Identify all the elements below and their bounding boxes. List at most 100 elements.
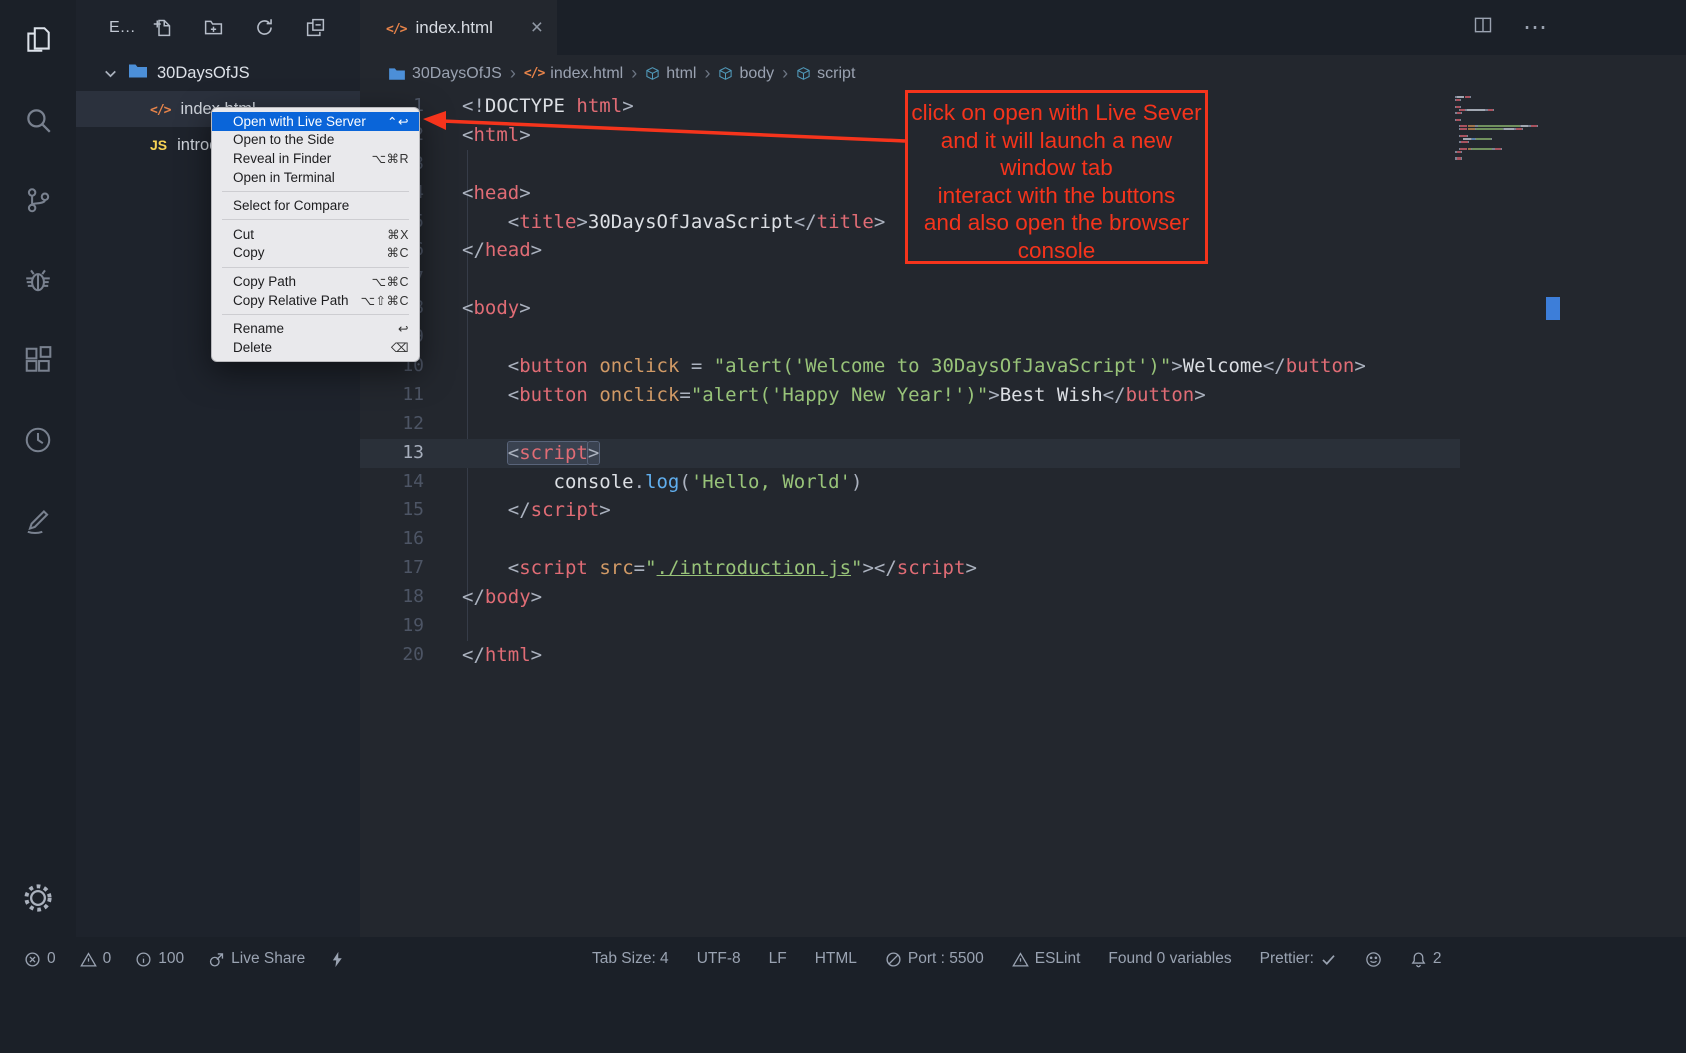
menu-shortcut: ⌫ bbox=[391, 340, 409, 355]
bolt-icon bbox=[329, 951, 346, 968]
minimap[interactable] bbox=[1455, 96, 1543, 161]
breadcrumb-separator: › bbox=[782, 63, 788, 84]
breadcrumb-html[interactable]: html bbox=[645, 65, 696, 83]
status-bar: 0 0 100 Live Share Tab Size: 4 UTF-8 LF HTML Po… bbox=[0, 937, 1686, 1053]
status-feedback-smiley[interactable] bbox=[1365, 951, 1382, 968]
html-icon: </> bbox=[524, 66, 544, 81]
folder-icon bbox=[388, 67, 406, 81]
status-eslint[interactable]: ESLint bbox=[1012, 950, 1081, 968]
menu-separator bbox=[222, 314, 409, 315]
new-folder-icon[interactable] bbox=[203, 17, 225, 39]
code-line-12[interactable]: 12 bbox=[360, 410, 1686, 439]
status-language-mode[interactable]: HTML bbox=[815, 950, 857, 968]
breadcrumb-index-html[interactable]: </> index.html bbox=[524, 65, 623, 83]
status-problems-info[interactable]: 100 bbox=[135, 950, 184, 968]
status-label: 100 bbox=[158, 950, 184, 968]
circle-slash-icon bbox=[885, 951, 902, 968]
menu-item-open-with-live-server[interactable]: Open with Live Server⌃↩ bbox=[212, 112, 419, 131]
line-number[interactable]: 20 bbox=[360, 641, 424, 670]
debug-icon[interactable] bbox=[0, 252, 76, 308]
breadcrumb-label: index.html bbox=[550, 65, 623, 83]
status-tab-size[interactable]: Tab Size: 4 bbox=[592, 950, 669, 968]
menu-separator bbox=[222, 219, 409, 220]
split-editor-icon[interactable] bbox=[1473, 15, 1493, 40]
status-variables-found[interactable]: Found 0 variables bbox=[1108, 950, 1231, 968]
live-share-icon bbox=[208, 951, 225, 968]
code-line-8[interactable]: 8<body> bbox=[360, 294, 1686, 323]
menu-item-delete[interactable]: Delete⌫ bbox=[212, 338, 419, 357]
new-file-icon[interactable] bbox=[152, 17, 174, 39]
code-line-10[interactable]: 10 <button onclick = "alert('Welcome to … bbox=[360, 352, 1686, 381]
code-line-15[interactable]: 15 </script> bbox=[360, 496, 1686, 525]
status-problems-errors[interactable]: 0 bbox=[24, 950, 56, 968]
menu-item-open-in-terminal[interactable]: Open in Terminal bbox=[212, 168, 419, 187]
code-line-19[interactable]: 19 bbox=[360, 612, 1686, 641]
menu-item-copy[interactable]: Copy⌘C bbox=[212, 244, 419, 263]
symbol-cube-icon bbox=[718, 66, 733, 81]
explorer-title: E… bbox=[109, 19, 136, 37]
collapse-all-icon[interactable] bbox=[305, 17, 327, 39]
line-number[interactable]: 14 bbox=[360, 468, 424, 497]
menu-item-cut[interactable]: Cut⌘X bbox=[212, 225, 419, 244]
more-actions-icon[interactable]: ⋯ bbox=[1523, 16, 1548, 40]
explorer-icon[interactable] bbox=[0, 12, 76, 68]
menu-item-copy-path[interactable]: Copy Path⌥⌘C bbox=[212, 272, 419, 291]
code-line-13[interactable]: 13 <script> bbox=[360, 439, 1686, 468]
status-problems-warnings[interactable]: 0 bbox=[80, 950, 112, 968]
status-notifications[interactable]: 2 bbox=[1410, 950, 1442, 968]
status-quick-action[interactable] bbox=[329, 951, 346, 968]
breadcrumb-30daysofjs[interactable]: 30DaysOfJS bbox=[388, 65, 502, 83]
bell-icon bbox=[1410, 951, 1427, 968]
status-label: UTF-8 bbox=[697, 950, 741, 968]
status-live-server-port[interactable]: Port : 5500 bbox=[885, 950, 984, 968]
menu-item-rename[interactable]: Rename↩ bbox=[212, 319, 419, 338]
status-encoding[interactable]: UTF-8 bbox=[697, 950, 741, 968]
activity-bar bbox=[0, 0, 76, 937]
code-line-17[interactable]: 17 <script src="./introduction.js"></scr… bbox=[360, 554, 1686, 583]
settings-gear-icon[interactable] bbox=[0, 870, 76, 926]
line-number[interactable]: 13 bbox=[360, 439, 424, 468]
breadcrumb-body[interactable]: body bbox=[718, 65, 774, 83]
refresh-icon[interactable] bbox=[254, 17, 276, 39]
tab-label: index.html bbox=[415, 18, 492, 38]
html-icon: </> bbox=[150, 100, 170, 119]
status-prettier[interactable]: Prettier: bbox=[1260, 950, 1337, 968]
breadcrumb-label: script bbox=[817, 65, 855, 83]
breadcrumb-label: 30DaysOfJS bbox=[412, 65, 502, 83]
folder-row-30daysofjs[interactable]: 30DaysOfJS bbox=[76, 55, 360, 91]
status-live-share[interactable]: Live Share bbox=[208, 950, 305, 968]
line-number[interactable]: 15 bbox=[360, 496, 424, 525]
menu-shortcut: ⌘X bbox=[387, 227, 409, 242]
code-line-9[interactable]: 9 bbox=[360, 323, 1686, 352]
pencil-icon[interactable] bbox=[0, 492, 76, 548]
code-line-16[interactable]: 16 bbox=[360, 525, 1686, 554]
status-label: Tab Size: 4 bbox=[592, 950, 669, 968]
menu-item-open-to-the-side[interactable]: Open to the Side bbox=[212, 131, 419, 150]
menu-item-copy-relative-path[interactable]: Copy Relative Path⌥⇧⌘C bbox=[212, 291, 419, 310]
status-eol[interactable]: LF bbox=[769, 950, 787, 968]
code-line-7[interactable]: 7 bbox=[360, 265, 1686, 294]
line-number[interactable]: 19 bbox=[360, 612, 424, 641]
context-menu: Open with Live Server⌃↩Open to the SideR… bbox=[211, 107, 420, 362]
line-number[interactable]: 16 bbox=[360, 525, 424, 554]
menu-item-select-for-compare[interactable]: Select for Compare bbox=[212, 196, 419, 215]
code-line-11[interactable]: 11 <button onclick="alert('Happy New Yea… bbox=[360, 381, 1686, 410]
line-number[interactable]: 18 bbox=[360, 583, 424, 612]
menu-shortcut: ⌃↩ bbox=[387, 114, 409, 129]
code-line-20[interactable]: 20</html> bbox=[360, 641, 1686, 670]
breadcrumb-script[interactable]: script bbox=[796, 65, 855, 83]
line-number[interactable]: 12 bbox=[360, 410, 424, 439]
line-number[interactable]: 17 bbox=[360, 554, 424, 583]
code-line-14[interactable]: 14 console.log('Hello, World') bbox=[360, 468, 1686, 497]
status-label: Prettier: bbox=[1260, 950, 1314, 968]
close-icon[interactable]: × bbox=[531, 17, 543, 39]
tab-index-html[interactable]: </> index.html × bbox=[360, 0, 557, 55]
search-icon[interactable] bbox=[0, 92, 76, 148]
code-line-18[interactable]: 18</body> bbox=[360, 583, 1686, 612]
clock-icon[interactable] bbox=[0, 412, 76, 468]
extensions-icon[interactable] bbox=[0, 332, 76, 388]
line-number[interactable]: 11 bbox=[360, 381, 424, 410]
source-control-icon[interactable] bbox=[0, 172, 76, 228]
menu-item-reveal-in-finder[interactable]: Reveal in Finder⌥⌘R bbox=[212, 149, 419, 168]
status-label: Port : 5500 bbox=[908, 950, 984, 968]
